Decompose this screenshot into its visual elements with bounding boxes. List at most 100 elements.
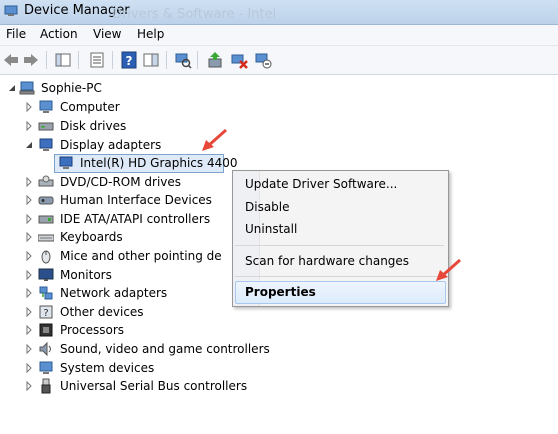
uninstall-menu-item[interactable]: Uninstall [245,222,297,236]
expand-triangle-icon[interactable] [24,247,34,265]
tree-root-label: Sophie-PC [41,81,102,95]
expand-triangle-icon[interactable] [24,321,34,339]
tree-item-ide-ata[interactable]: IDE ATA/ATAPI controllers [0,210,210,228]
tree-item-label: Display adapters [60,138,162,152]
expand-triangle-icon[interactable] [24,98,34,116]
keyboard-icon [38,234,54,242]
expand-triangle-icon[interactable] [24,303,34,321]
tree-item-other-devices[interactable]: ? Other devices [0,303,200,321]
uninstall-icon[interactable] [230,51,248,69]
tree-item-display-adapters[interactable]: Display adapters [0,136,200,154]
background-window-title: Drivers & Software - Intel [112,7,277,22]
tree-item-sound-video[interactable]: Sound, video and game controllers [0,340,270,358]
usb-icon [41,378,51,394]
expand-triangle-icon[interactable] [24,210,34,228]
computer-icon [39,100,53,113]
annotation-arrow-icon [436,258,461,281]
display-adapter-icon [59,156,73,169]
context-menu: Update Driver Software... Disable Uninst… [232,170,449,307]
svg-text:?: ? [126,54,133,68]
tree-item-usb[interactable]: Universal Serial Bus controllers [0,377,247,395]
tree-item-label: Network adapters [60,286,168,300]
toolbar: ? [0,46,558,75]
tree-item-label: Disk drives [60,119,127,133]
collapse-triangle-icon[interactable] [7,79,17,97]
tree-item-label: System devices [60,361,155,375]
help-icon[interactable]: ? [120,51,138,69]
toolbar-separator [112,51,113,69]
display-adapter-icon [39,138,53,151]
tree-root[interactable]: Sophie-PC [0,79,200,97]
scan-hardware-menu-item[interactable]: Scan for hardware changes [245,254,409,268]
context-menu-separator [235,276,444,277]
tree-item-label: Universal Serial Bus controllers [60,379,248,393]
disable-icon[interactable] [254,51,272,69]
expand-triangle-icon[interactable] [24,191,34,209]
tree-item-monitors[interactable]: Monitors [0,266,200,284]
ide-controller-icon [38,215,54,224]
system-devices-icon [39,361,53,374]
tree-item-system-devices[interactable]: System devices [0,359,200,377]
network-adapter-icon [39,286,53,300]
tree-item-hid[interactable]: Human Interface Devices [0,191,212,209]
tree-item-processors[interactable]: Processors [0,321,200,339]
menu-file[interactable]: File [4,27,28,41]
menu-help[interactable]: Help [135,27,166,41]
tree-item-label: Keyboards [60,230,123,244]
annotation-arrow-icon [202,128,227,151]
svg-text:?: ? [43,308,48,319]
disable-menu-item[interactable]: Disable [245,200,290,214]
expand-triangle-icon[interactable] [24,377,34,395]
expand-triangle-icon[interactable] [24,228,34,246]
expand-triangle-icon[interactable] [24,173,34,191]
menu-view[interactable]: View [91,27,123,41]
tree-item-dvd-cdrom[interactable]: DVD/CD-ROM drives [0,173,200,191]
action-pane-icon[interactable] [142,51,160,69]
properties-icon[interactable] [88,51,106,69]
back-arrow-icon[interactable] [2,51,20,69]
properties-menu-item[interactable]: Properties [245,285,316,299]
menu-bar: File Action View Help [0,25,558,46]
tree-item-label: Human Interface Devices [60,193,212,207]
toolbar-separator [197,51,198,69]
forward-arrow-icon[interactable] [22,51,40,69]
tree-item-label: Mice and other pointing de [60,249,222,263]
processor-icon [39,323,53,337]
tree-item-label: Computer [60,100,120,114]
tree-item-computer[interactable]: Computer [0,98,200,116]
toolbar-separator [78,51,79,69]
hid-icon [38,196,54,205]
expand-triangle-icon[interactable] [24,266,34,284]
tree-item-label: IDE ATA/ATAPI controllers [60,212,211,226]
expand-triangle-icon[interactable] [24,284,34,302]
collapse-triangle-icon[interactable] [24,136,34,154]
tree-item-keyboards[interactable]: Keyboards [0,228,200,246]
tree-item-intel-hd-graphics[interactable]: Intel(R) HD Graphics 4400 [0,154,238,173]
tree-item-disk-drives[interactable]: Disk drives [0,117,200,135]
speaker-icon [39,341,51,357]
toolbar-separator [46,51,47,69]
scan-hardware-icon[interactable] [174,51,192,69]
show-hide-console-tree-icon[interactable] [54,51,72,69]
tree-item-network-adapters[interactable]: Network adapters [0,284,200,302]
update-driver-menu-item[interactable]: Update Driver Software... [245,177,397,191]
disk-drive-icon [38,122,54,131]
monitor-icon [38,268,54,281]
tree-item-mice[interactable]: Mice and other pointing de [0,247,222,265]
toolbar-separator [166,51,167,69]
tree-item-label: DVD/CD-ROM drives [60,175,182,189]
expand-triangle-icon[interactable] [24,117,34,135]
mouse-icon [41,250,51,264]
other-devices-icon: ? [39,305,53,319]
expand-triangle-icon[interactable] [24,340,34,358]
tree-item-label: Intel(R) HD Graphics 4400 [80,156,238,170]
update-driver-icon[interactable] [206,51,224,69]
computer-icon [19,81,35,95]
tree-item-label: Sound, video and game controllers [60,342,270,356]
title-bar: Device Manager Drivers & Software - Inte… [0,0,558,25]
menu-action[interactable]: Action [38,27,80,41]
dvd-drive-icon [38,175,54,187]
context-menu-separator [235,245,444,246]
tree-item-label: Monitors [60,268,112,282]
expand-triangle-icon[interactable] [24,359,34,377]
